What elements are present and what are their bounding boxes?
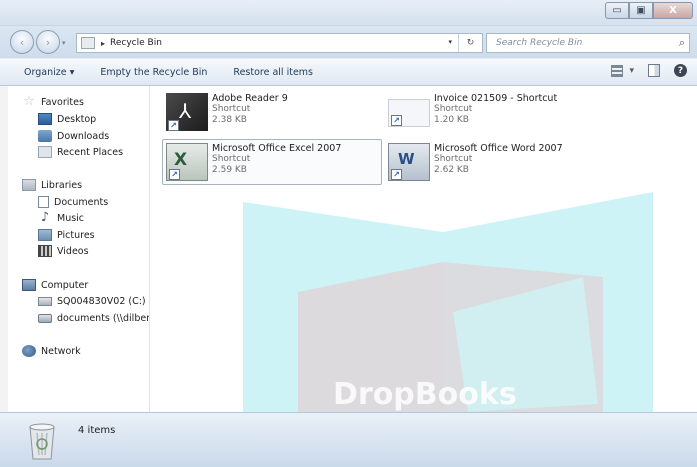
music-icon: ♪ xyxy=(40,210,50,225)
shortcut-arrow-icon: ↗ xyxy=(168,120,179,131)
nav-label: Videos xyxy=(57,245,89,257)
nav-pictures[interactable]: Pictures xyxy=(38,227,95,243)
command-bar: Organize ▾ Empty the Recycle Bin Restore… xyxy=(0,58,697,86)
file-size: 2.62 KB xyxy=(434,165,469,175)
nav-videos[interactable]: Videos xyxy=(38,243,89,259)
window-controls: ▭ ▣ X xyxy=(605,2,693,20)
preview-pane-icon[interactable] xyxy=(648,64,660,77)
address-row: ‹ › ▾ ▸ Recycle Bin ▾ ↻ Search Recycle B… xyxy=(0,26,697,58)
recycle-bin-icon xyxy=(29,423,55,460)
recycle-bin-icon xyxy=(81,37,95,49)
views-dropdown-icon: ▾ xyxy=(629,65,634,76)
nav-label: Libraries xyxy=(41,179,83,191)
maximize-button[interactable]: ▣ xyxy=(629,2,653,19)
nav-label: Pictures xyxy=(57,229,95,241)
restore-all-button[interactable]: Restore all items xyxy=(220,67,326,78)
nav-label: Computer xyxy=(41,279,89,291)
help-icon[interactable]: ? xyxy=(674,64,687,77)
nav-recent-places[interactable]: Recent Places xyxy=(38,144,123,160)
nav-label: Network xyxy=(41,345,81,357)
word-icon: ↗ xyxy=(388,143,430,181)
change-view-button[interactable]: ▾ xyxy=(611,64,634,77)
file-type: Shortcut xyxy=(212,154,251,164)
star-icon: ☆ xyxy=(23,94,35,109)
nav-label: Recent Places xyxy=(57,146,124,158)
shortcut-arrow-icon: ↗ xyxy=(169,169,180,180)
close-button[interactable]: X xyxy=(653,2,693,19)
hard-drive-icon xyxy=(38,296,52,306)
nav-label: documents (\\dilbert\ xyxy=(57,312,150,324)
network-drive-icon xyxy=(38,313,52,323)
shortcut-arrow-icon: ↗ xyxy=(391,115,402,126)
search-placeholder: Search Recycle Bin xyxy=(496,38,583,48)
computer-icon xyxy=(22,279,36,291)
desktop-icon xyxy=(38,113,52,125)
refresh-button[interactable]: ↻ xyxy=(458,34,482,52)
file-item-word[interactable]: ↗ Microsoft Office Word 2007 Shortcut 2.… xyxy=(385,140,605,186)
file-name: Invoice 021509 - Shortcut xyxy=(434,93,558,104)
videos-icon xyxy=(38,245,52,257)
document-shortcut-icon: ↗ xyxy=(388,99,430,127)
search-icon[interactable]: ⌕ xyxy=(679,36,685,50)
file-type: Shortcut xyxy=(212,104,251,114)
nav-label: Documents xyxy=(54,196,109,208)
downloads-icon xyxy=(38,130,52,142)
search-input[interactable]: Search Recycle Bin ⌕ xyxy=(486,33,690,53)
forward-button[interactable]: › xyxy=(36,30,60,54)
watermark-text: DropBooks xyxy=(333,377,517,412)
recent-places-icon xyxy=(38,146,52,158)
adobe-reader-icon: ↗ xyxy=(166,93,208,131)
nav-drive-c[interactable]: SQ004830V02 (C:) xyxy=(38,293,146,309)
breadcrumb-arrow-icon[interactable]: ▸ xyxy=(101,39,105,48)
pictures-icon xyxy=(38,229,52,241)
nav-network-drive[interactable]: documents (\\dilbert\ xyxy=(38,310,150,326)
file-item-excel[interactable]: ↗ Microsoft Office Excel 2007 Shortcut 2… xyxy=(162,139,382,185)
file-name: Microsoft Office Excel 2007 xyxy=(212,143,342,154)
nav-network[interactable]: Network xyxy=(22,343,81,359)
nav-computer[interactable]: Computer xyxy=(22,277,88,293)
file-item-invoice[interactable]: ↗ Invoice 021509 - Shortcut Shortcut 1.2… xyxy=(385,90,605,136)
back-button[interactable]: ‹ xyxy=(10,30,34,54)
address-bar[interactable]: ▸ Recycle Bin ▾ ↻ xyxy=(76,33,483,53)
nav-downloads[interactable]: Downloads xyxy=(38,128,109,144)
nav-label: Downloads xyxy=(57,130,110,142)
nav-documents[interactable]: Documents xyxy=(38,194,108,210)
nav-music[interactable]: ♪ Music xyxy=(38,210,84,226)
item-count: 4 items xyxy=(78,425,116,436)
organize-button[interactable]: Organize ▾ xyxy=(0,67,87,78)
views-icon xyxy=(611,64,624,77)
excel-icon: ↗ xyxy=(166,143,208,181)
nav-desktop[interactable]: Desktop xyxy=(38,111,96,127)
recent-pages-dropdown[interactable]: ▾ xyxy=(62,39,66,47)
libraries-icon xyxy=(22,179,36,191)
file-item-adobe-reader[interactable]: ↗ Adobe Reader 9 Shortcut 2.38 KB xyxy=(163,90,383,136)
network-icon xyxy=(22,345,36,357)
nav-favorites[interactable]: ☆ Favorites xyxy=(22,94,84,110)
nav-label: SQ004830V02 (C:) xyxy=(57,295,146,307)
breadcrumb-recycle-bin[interactable]: Recycle Bin xyxy=(110,38,162,48)
nav-label: Desktop xyxy=(57,113,97,125)
nav-label: Music xyxy=(57,212,85,224)
file-size: 2.38 KB xyxy=(212,115,247,125)
file-size: 1.20 KB xyxy=(434,115,469,125)
file-name: Microsoft Office Word 2007 xyxy=(434,143,563,154)
documents-icon xyxy=(38,196,49,208)
empty-recycle-bin-button[interactable]: Empty the Recycle Bin xyxy=(87,67,220,78)
nav-label: Favorites xyxy=(41,96,84,108)
details-pane: 4 items xyxy=(0,412,697,467)
minimize-button[interactable]: ▭ xyxy=(605,2,629,19)
shortcut-arrow-icon: ↗ xyxy=(391,169,402,180)
view-controls: ▾ ? xyxy=(611,64,687,77)
file-type: Shortcut xyxy=(434,104,473,114)
title-bar: ▭ ▣ X xyxy=(0,0,697,26)
file-name: Adobe Reader 9 xyxy=(212,93,288,104)
file-list[interactable]: DropBooks ↗ Adobe Reader 9 Shortcut 2.38… xyxy=(151,86,697,412)
file-type: Shortcut xyxy=(434,154,473,164)
address-dropdown-icon[interactable]: ▾ xyxy=(448,38,452,46)
file-size: 2.59 KB xyxy=(212,165,247,175)
navigation-pane: ☆ Favorites Desktop Downloads Recent Pla… xyxy=(0,86,150,412)
nav-scroll-gutter xyxy=(0,86,8,412)
nav-libraries[interactable]: Libraries xyxy=(22,177,82,193)
